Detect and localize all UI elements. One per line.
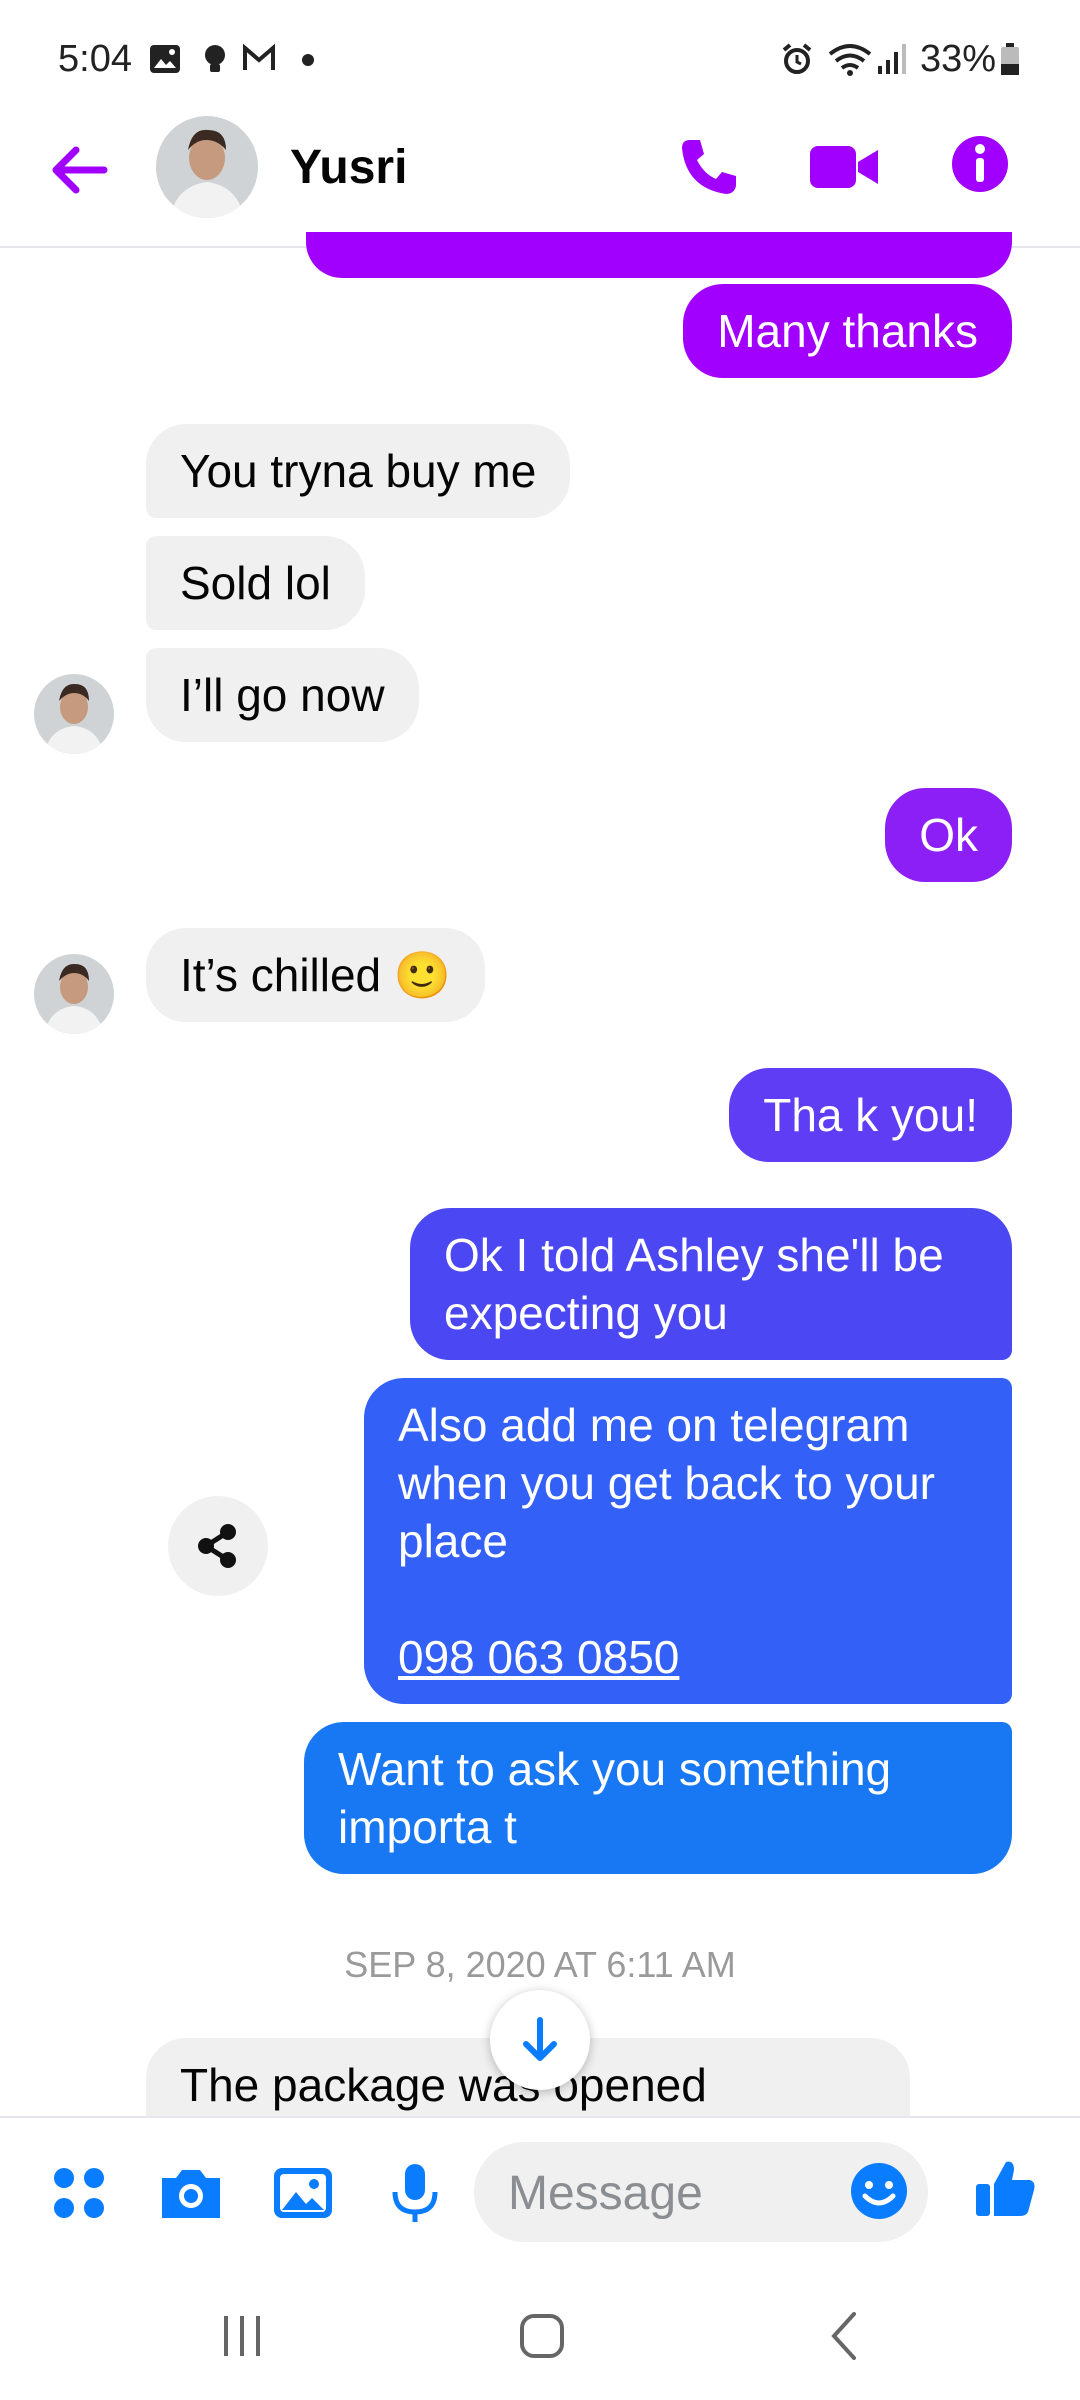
message-text: Sold lol: [180, 557, 331, 609]
share-icon: [198, 1524, 236, 1568]
emoji-icon[interactable]: [844, 2156, 914, 2226]
arrow-down-icon: [523, 2017, 557, 2061]
thumbs-up-icon[interactable]: [970, 2154, 1040, 2224]
bulb-icon: [205, 45, 225, 72]
message-text: You tryna buy me: [180, 445, 537, 497]
sender-avatar[interactable]: [34, 674, 114, 754]
contact-avatar[interactable]: [156, 116, 258, 218]
camera-icon[interactable]: [156, 2158, 226, 2228]
status-time: 5:04: [58, 38, 132, 80]
info-icon[interactable]: [950, 134, 1010, 194]
menu-dots-icon[interactable]: [44, 2158, 114, 2228]
message-outgoing[interactable]: Many thanks: [683, 284, 1012, 378]
battery-icon: [1001, 43, 1019, 75]
message-outgoing[interactable]: Tha k you!: [729, 1068, 1012, 1162]
sender-avatar[interactable]: [34, 954, 114, 1034]
message-outgoing[interactable]: Ok: [885, 788, 1012, 882]
message-text: The package was opened: [180, 2059, 707, 2111]
image-icon: [150, 45, 180, 73]
message-text: Want to ask you something importa t: [338, 1743, 892, 1853]
home-icon[interactable]: [512, 2306, 572, 2366]
message-text: I’ll go now: [180, 669, 385, 721]
recent-apps-icon[interactable]: [212, 2306, 272, 2366]
back-arrow-icon[interactable]: [46, 140, 116, 200]
message-outgoing[interactable]: Want to ask you something importa t: [304, 1722, 1012, 1874]
message-text: Many thanks: [717, 305, 978, 357]
message-text: Tha k you!: [763, 1089, 978, 1141]
message-incoming[interactable]: I’ll go now: [146, 648, 419, 742]
signal-icon: [878, 44, 906, 74]
alarm-icon: [782, 43, 812, 74]
phone-number-link[interactable]: 098 063 0850: [398, 1631, 679, 1683]
microphone-icon[interactable]: [380, 2158, 450, 2228]
message-placeholder: Message: [508, 2167, 703, 2220]
share-button[interactable]: [168, 1496, 268, 1596]
message-text: Also add me on telegram when you get bac…: [398, 1399, 935, 1567]
message-incoming[interactable]: You tryna buy me: [146, 424, 571, 518]
message-text: Ok I told Ashley she'll be expecting you: [444, 1229, 944, 1339]
scroll-down-button[interactable]: [490, 1990, 590, 2090]
gallery-icon[interactable]: [268, 2158, 338, 2228]
back-icon[interactable]: [816, 2306, 876, 2366]
message-incoming[interactable]: Sold lol: [146, 536, 365, 630]
message-outgoing[interactable]: Ok I told Ashley she'll be expecting you: [410, 1208, 1012, 1360]
message-text: Ok: [919, 809, 978, 861]
message-incoming[interactable]: It’s chilled 🙂: [146, 928, 486, 1022]
date-separator: SEP 8, 2020 AT 6:11 AM: [344, 1944, 736, 1985]
video-camera-icon[interactable]: [808, 134, 882, 200]
message-text: It’s chilled 🙂: [180, 949, 452, 1001]
battery-percent: 33%: [920, 38, 997, 80]
gmail-icon: [243, 43, 275, 70]
dot-icon: [302, 54, 314, 66]
message-outgoing[interactable]: Also add me on telegram when you get bac…: [364, 1378, 1012, 1704]
phone-icon[interactable]: [676, 134, 742, 200]
message-bubble-partial: [306, 232, 1012, 278]
wifi-icon: [828, 44, 872, 76]
contact-name[interactable]: Yusri: [290, 140, 407, 195]
